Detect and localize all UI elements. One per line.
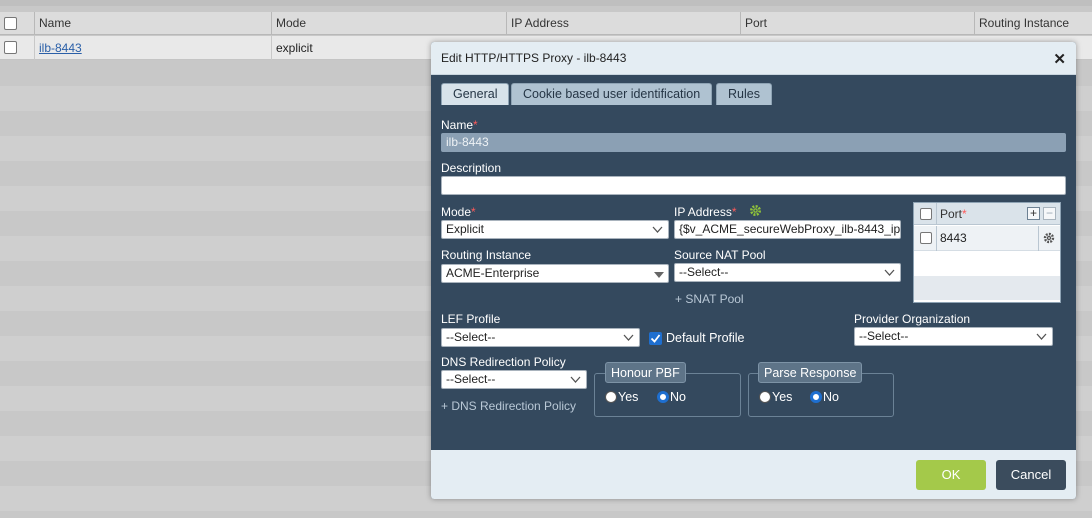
column-divider bbox=[1038, 226, 1039, 251]
parse-response-no-radio[interactable] bbox=[810, 391, 822, 403]
provider-organization-value: --Select-- bbox=[859, 329, 909, 343]
ok-button[interactable]: OK bbox=[916, 460, 986, 490]
port-column-header: Port* bbox=[940, 207, 967, 221]
chevron-down-icon bbox=[623, 334, 634, 341]
ip-address-label: IP Address* bbox=[674, 205, 737, 219]
column-header-mode[interactable]: Mode bbox=[271, 12, 506, 35]
mode-select[interactable]: Explicit bbox=[441, 220, 669, 239]
description-label: Description bbox=[441, 161, 502, 175]
default-profile-label: Default Profile bbox=[666, 331, 745, 345]
honour-pbf-no-label: No bbox=[670, 390, 686, 404]
mode-label: Mode* bbox=[441, 205, 476, 219]
chevron-down-icon bbox=[884, 269, 895, 276]
name-field[interactable]: ilb-8443 bbox=[441, 133, 1066, 152]
provider-organization-label: Provider Organization bbox=[854, 312, 971, 326]
close-icon[interactable]: ✕ bbox=[1053, 50, 1066, 68]
select-all-checkbox[interactable] bbox=[4, 17, 17, 30]
column-header-routing-instance[interactable]: Routing Instance bbox=[974, 12, 1092, 35]
column-header-port[interactable]: Port bbox=[740, 12, 974, 35]
parse-response-yes-radio[interactable] bbox=[759, 391, 771, 403]
port-row-checkbox[interactable] bbox=[920, 232, 932, 244]
column-header-ip-address[interactable]: IP Address bbox=[506, 12, 740, 35]
dialog-footer: OK Cancel bbox=[431, 450, 1076, 499]
tab-cookie-based-user-identification[interactable]: Cookie based user identification bbox=[511, 83, 713, 105]
cancel-button[interactable]: Cancel bbox=[996, 460, 1066, 490]
honour-pbf-no-radio[interactable] bbox=[657, 391, 669, 403]
mode-select-value: Explicit bbox=[446, 222, 485, 236]
routing-instance-select[interactable]: ACME-Enterprise bbox=[441, 264, 669, 283]
tab-rules[interactable]: Rules bbox=[716, 83, 772, 105]
parse-response-legend: Parse Response bbox=[758, 362, 863, 383]
honour-pbf-yes-label: Yes bbox=[618, 390, 639, 404]
port-empty-row bbox=[914, 276, 1060, 300]
dns-redirection-policy-select[interactable]: --Select-- bbox=[441, 370, 587, 389]
parse-response-no-label: No bbox=[823, 390, 839, 404]
routing-instance-value: ACME-Enterprise bbox=[446, 266, 540, 280]
row-checkbox[interactable] bbox=[4, 41, 17, 54]
honour-pbf-yes-radio[interactable] bbox=[605, 391, 617, 403]
source-nat-pool-label: Source NAT Pool bbox=[674, 248, 766, 262]
grid-header: Name Mode IP Address Port Routing Instan… bbox=[0, 12, 1092, 35]
row-name-link[interactable]: ilb-8443 bbox=[39, 41, 82, 55]
source-nat-pool-value: --Select-- bbox=[679, 265, 729, 279]
description-field[interactable] bbox=[441, 176, 1066, 195]
lef-profile-value: --Select-- bbox=[446, 330, 496, 344]
dns-redirection-policy-label: DNS Redirection Policy bbox=[441, 355, 566, 369]
port-select-all-checkbox[interactable] bbox=[920, 208, 932, 220]
tab-general[interactable]: General bbox=[441, 83, 510, 105]
grid-top-bar bbox=[0, 0, 1092, 6]
honour-pbf-legend: Honour PBF bbox=[605, 362, 686, 383]
chevron-down-icon bbox=[570, 376, 581, 383]
column-divider bbox=[936, 203, 937, 225]
column-divider bbox=[936, 226, 937, 251]
caret-down-icon bbox=[654, 272, 664, 278]
chevron-down-icon bbox=[1036, 333, 1047, 340]
dialog-title-bar: Edit HTTP/HTTPS Proxy - ilb-8443 ✕ bbox=[431, 42, 1076, 75]
lef-profile-select[interactable]: --Select-- bbox=[441, 328, 640, 347]
chevron-down-icon bbox=[652, 226, 663, 233]
parse-response-yes-label: Yes bbox=[772, 390, 793, 404]
dns-redirection-policy-value: --Select-- bbox=[446, 372, 496, 386]
edit-proxy-dialog: Edit HTTP/HTTPS Proxy - ilb-8443 ✕ Gener… bbox=[431, 42, 1076, 499]
column-header-name[interactable]: Name bbox=[34, 12, 271, 35]
plus-icon[interactable]: + bbox=[1027, 207, 1040, 220]
port-value: 8443 bbox=[940, 231, 967, 245]
name-label: Name* bbox=[441, 118, 478, 132]
add-dns-redirection-policy-link[interactable]: + DNS Redirection Policy bbox=[441, 399, 576, 413]
provider-organization-select[interactable]: --Select-- bbox=[854, 327, 1053, 346]
add-snat-pool-link[interactable]: + SNAT Pool bbox=[675, 292, 744, 306]
port-table-header: Port* + − bbox=[914, 203, 1060, 225]
dialog-title: Edit HTTP/HTTPS Proxy - ilb-8443 bbox=[441, 51, 627, 65]
default-profile-checkbox[interactable] bbox=[649, 332, 662, 345]
minus-icon[interactable]: − bbox=[1043, 207, 1056, 220]
lef-profile-label: LEF Profile bbox=[441, 312, 501, 326]
port-table: Port* + − 8443 bbox=[913, 202, 1061, 303]
ip-address-field[interactable]: {$v_ACME_secureWebProxy_ilb-8443_ip bbox=[674, 220, 901, 239]
gear-icon[interactable] bbox=[749, 204, 762, 217]
gear-icon[interactable] bbox=[1043, 232, 1055, 244]
routing-instance-label: Routing Instance bbox=[441, 248, 532, 262]
source-nat-pool-select[interactable]: --Select-- bbox=[674, 263, 901, 282]
row-name-cell: ilb-8443 bbox=[34, 36, 271, 60]
port-row[interactable]: 8443 bbox=[914, 226, 1060, 251]
